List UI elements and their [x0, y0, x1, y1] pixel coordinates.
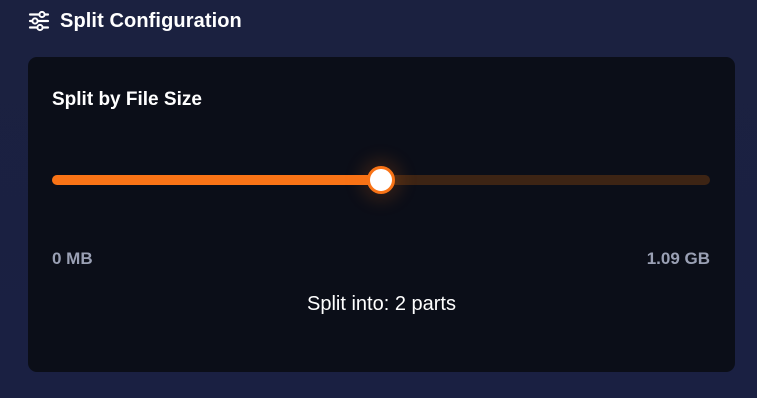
section-header: Split Configuration — [28, 8, 242, 34]
split-result-text: Split into: 2 parts — [307, 293, 456, 315]
card-title: Split by File Size — [52, 89, 202, 110]
section-title: Split Configuration — [60, 9, 242, 32]
slider-thumb[interactable] — [367, 166, 395, 194]
slider-max-label: 1.09 GB — [646, 249, 710, 268]
slider-min-label: 0 MB — [52, 249, 93, 268]
split-configuration-page: Split Configuration Split by File Size 0… — [0, 0, 757, 398]
split-by-size-card: Split by File Size 0 MB 1.09 GB Split in… — [28, 57, 735, 372]
slider-fill — [52, 175, 381, 185]
file-size-slider[interactable] — [52, 166, 710, 194]
sliders-icon — [28, 10, 50, 32]
